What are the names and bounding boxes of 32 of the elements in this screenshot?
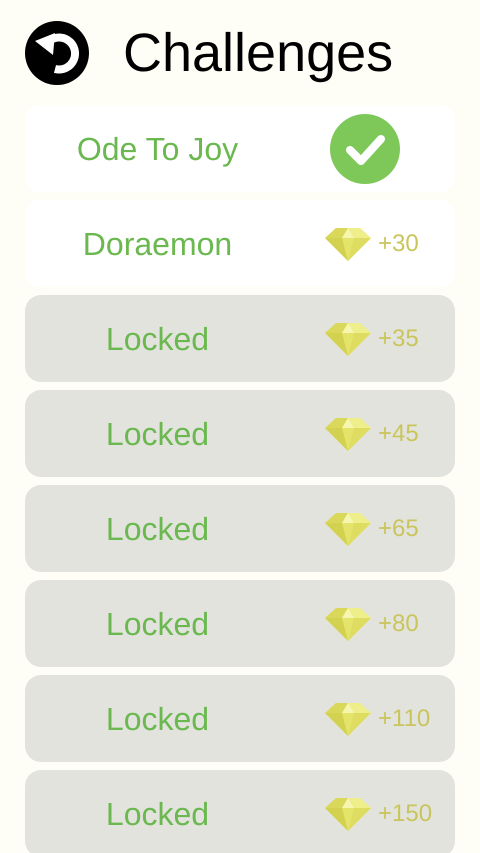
- challenge-name: Ode To Joy: [76, 130, 240, 169]
- reward-amount: +150: [378, 798, 432, 828]
- challenge-card[interactable]: Locked +80: [25, 580, 455, 667]
- gem-icon: [324, 606, 372, 642]
- reward-amount: +110: [378, 704, 430, 734]
- reward-amount: +30: [378, 228, 419, 258]
- reward-amount: +35: [378, 324, 419, 354]
- reward-amount: +45: [378, 418, 419, 448]
- challenge-name: Locked: [104, 604, 210, 644]
- checkmark-icon: [330, 114, 400, 184]
- challenge-card[interactable]: Locked +35: [25, 295, 455, 382]
- reward-amount: +80: [378, 608, 419, 638]
- challenge-card[interactable]: Locked +65: [25, 485, 455, 572]
- back-icon[interactable]: [25, 20, 89, 84]
- challenge-name: Locked: [104, 700, 210, 738]
- challenge-name: Doraemon: [82, 224, 234, 264]
- gem-icon: [324, 226, 372, 262]
- challenge-card[interactable]: Locked +110: [25, 675, 455, 762]
- gem-icon: [324, 796, 372, 832]
- challenge-name: Locked: [104, 414, 210, 454]
- challenge-card[interactable]: Doraemon +30: [25, 200, 455, 287]
- challenge-card[interactable]: Locked +45: [25, 390, 455, 477]
- challenge-name: Locked: [104, 320, 210, 358]
- challenge-name: Locked: [104, 510, 210, 548]
- gem-icon: [324, 416, 372, 452]
- gem-icon: [324, 510, 372, 546]
- challenge-card[interactable]: Ode To Joy: [25, 105, 455, 192]
- reward-amount: +65: [378, 514, 419, 544]
- challenge-name: Locked: [104, 794, 210, 834]
- challenge-card[interactable]: Locked +150: [25, 770, 455, 853]
- gem-icon: [324, 320, 372, 356]
- gem-icon: [324, 700, 372, 736]
